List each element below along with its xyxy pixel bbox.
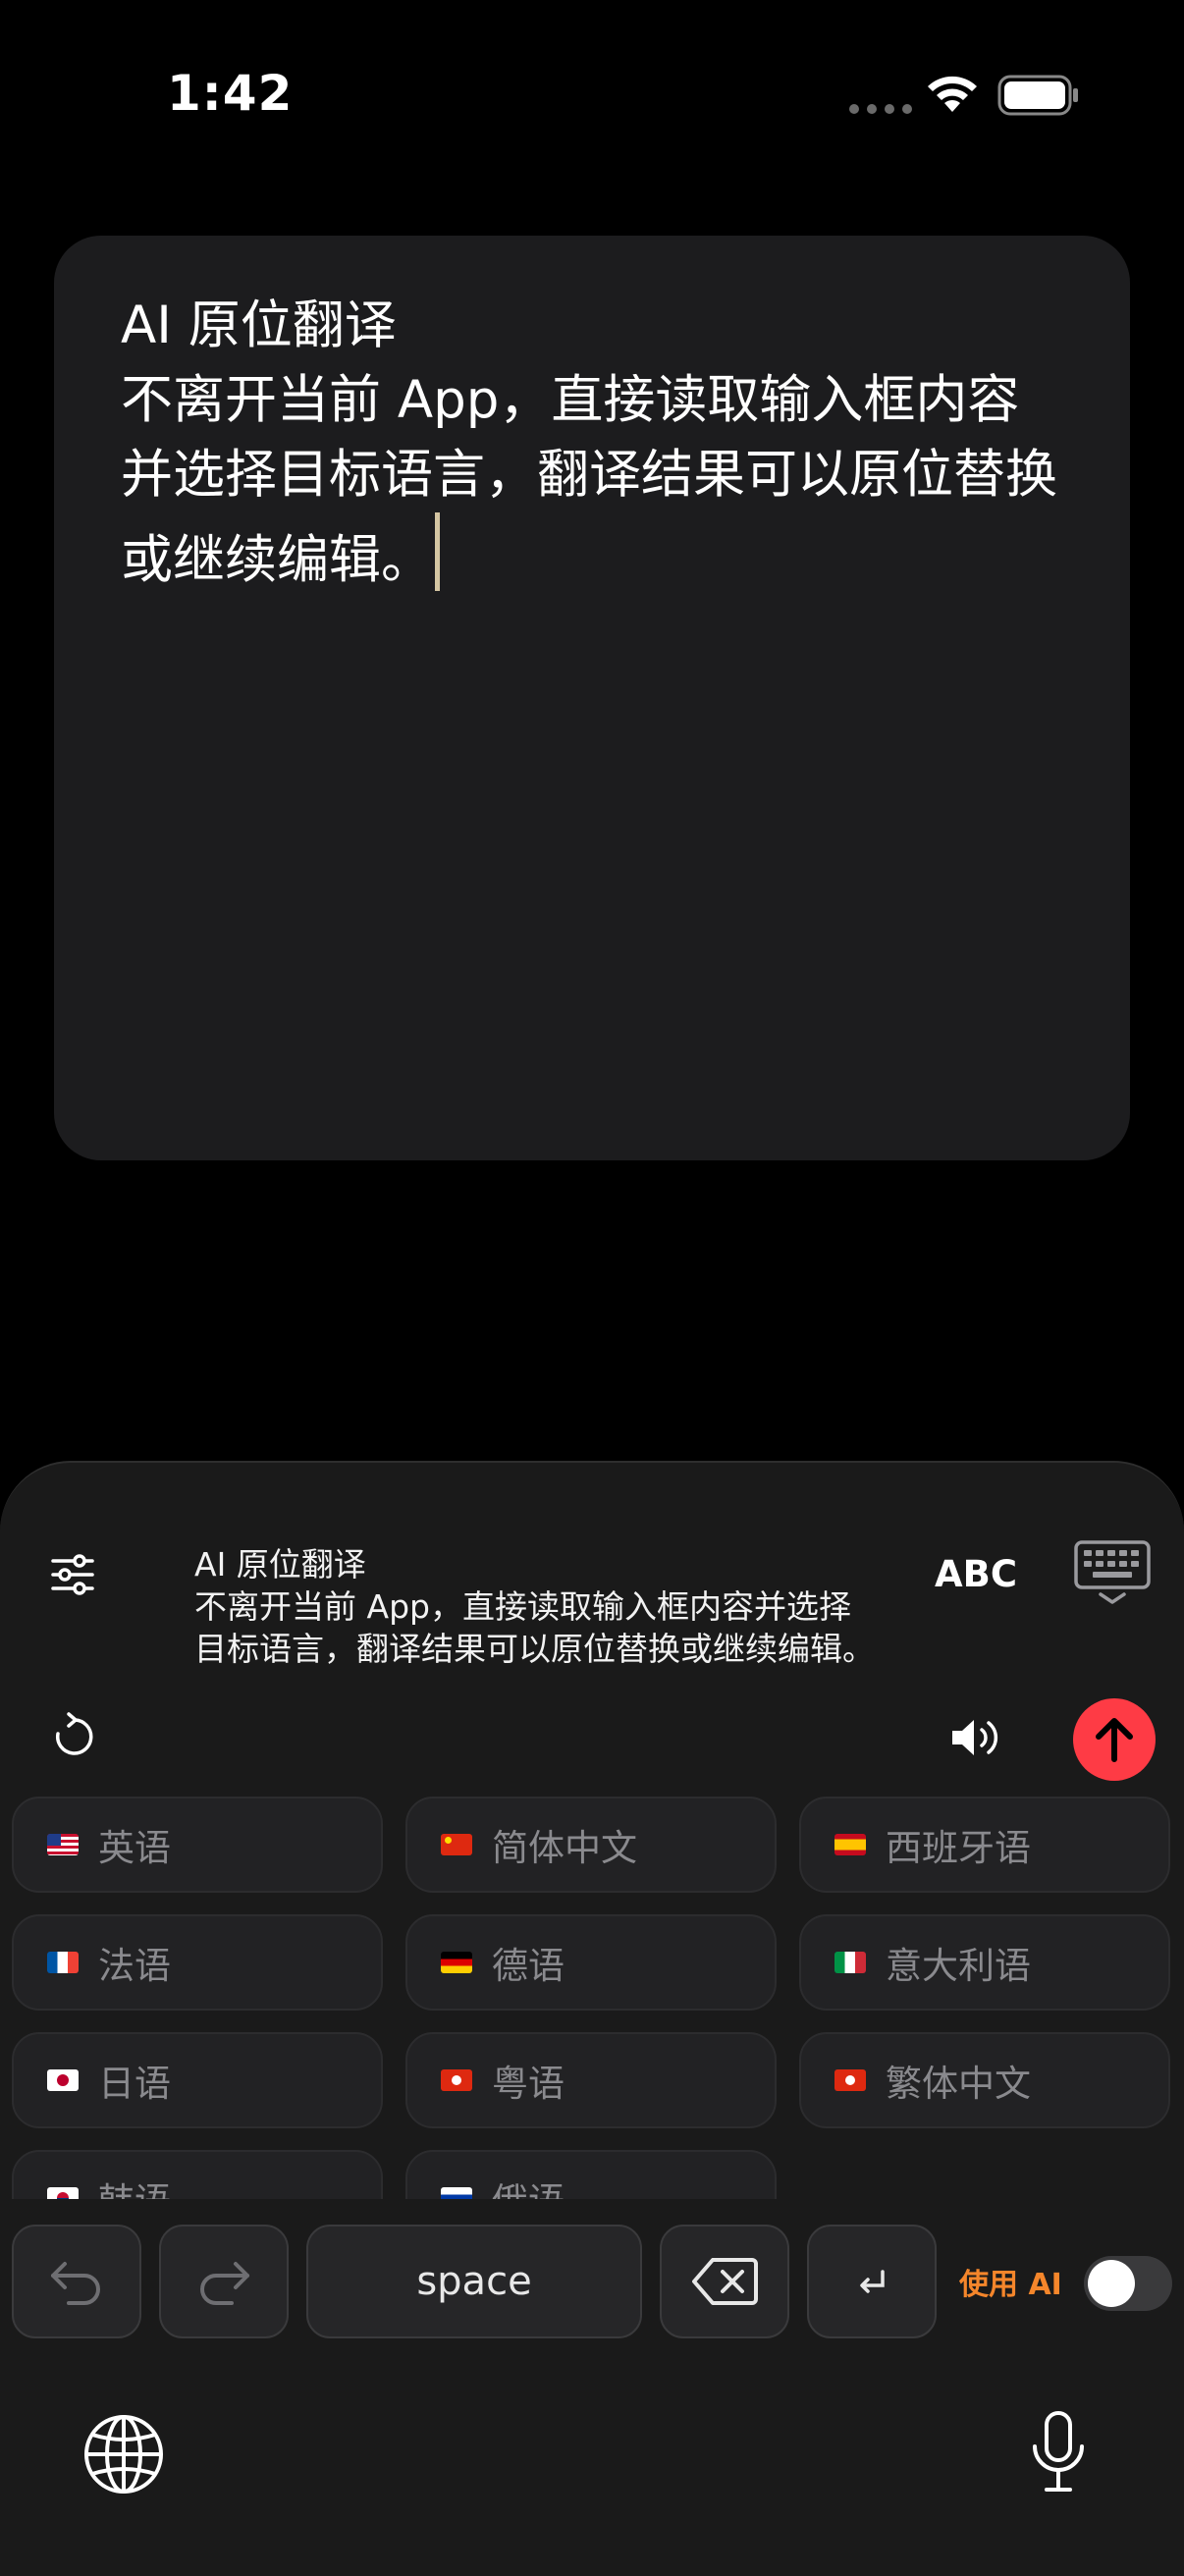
sliders-icon[interactable] [49,1551,96,1598]
use-ai-label: 使用 AI [959,2268,1062,2302]
language-chip-english[interactable]: 英语 [12,1797,383,1893]
send-button[interactable] [1073,1698,1156,1781]
jp-flag-icon [47,2069,79,2091]
cn-flag-icon [441,1834,472,1855]
status-time: 1:42 [167,65,294,122]
language-grid: 英语 简体中文 西班牙语 法语 德语 意大利语 日语 粤语 繁体中文 [0,1797,1184,2199]
fr-flag-icon [47,1952,79,1973]
microphone-icon[interactable] [1017,2409,1100,2497]
refresh-icon[interactable] [51,1712,94,1759]
de-flag-icon [441,1952,472,1973]
delete-key[interactable] [660,2225,789,2338]
text-caret [435,512,440,591]
use-ai-toggle[interactable] [1084,2256,1172,2311]
language-chip-simplified-chinese[interactable]: 简体中文 [405,1797,777,1893]
ru-flag-icon [441,2187,472,2199]
arrow-up-icon [1096,1718,1133,1762]
es-flag-icon [834,1834,866,1855]
abc-keyboard-button[interactable]: ABC [935,1553,1017,1595]
return-icon [860,2270,885,2293]
language-chip-korean[interactable]: 韩语 [12,2150,383,2199]
redo-button[interactable] [159,2225,289,2338]
return-key[interactable] [807,2225,937,2338]
language-chip-japanese[interactable]: 日语 [12,2032,383,2128]
undo-icon [51,2262,100,2305]
translation-preview: AI 原位翻译 不离开当前 App，直接读取输入框内容并选择目标语言，翻译结果可… [194,1545,875,1668]
toggle-knob [1088,2260,1135,2307]
text-editor[interactable]: AI 原位翻译 不离开当前 App，直接读取输入框内容并选择目标语言，翻译结果可… [54,236,1130,1160]
hk-flag-icon [441,2069,472,2091]
it-flag-icon [834,1952,866,1973]
kr-flag-icon [47,2187,79,2199]
editor-text: AI 原位翻译 不离开当前 App，直接读取输入框内容并选择目标语言，翻译结果可… [121,295,1057,590]
language-chip-russian[interactable]: 俄语 [405,2150,777,2199]
language-chip-cantonese[interactable]: 粤语 [405,2032,777,2128]
language-chip-spanish[interactable]: 西班牙语 [799,1797,1170,1893]
globe-icon[interactable] [82,2413,165,2496]
speaker-icon[interactable] [948,1714,1005,1761]
wifi-icon [928,76,977,112]
translation-keyboard: AI 原位翻译 不离开当前 App，直接读取输入框内容并选择目标语言，翻译结果可… [0,1461,1184,2576]
space-key[interactable]: space [306,2225,642,2338]
backspace-icon [692,2258,758,2305]
language-chip-traditional-chinese[interactable]: 繁体中文 [799,2032,1170,2128]
editor-content[interactable]: AI 原位翻译 不离开当前 App，直接读取输入框内容并选择目标语言，翻译结果可… [121,289,1063,598]
keyboard-dismiss-icon[interactable] [1073,1539,1152,1606]
language-chip-german[interactable]: 德语 [405,1914,777,2011]
status-bar: 1:42 [0,0,1184,187]
language-chip-french[interactable]: 法语 [12,1914,383,2011]
battery-icon [997,75,1078,116]
redo-icon [200,2262,249,2305]
hk-flag-icon [834,2069,866,2091]
cellular-signal-icon [849,104,912,114]
us-flag-icon [47,1834,79,1855]
undo-button[interactable] [12,2225,141,2338]
language-chip-italian[interactable]: 意大利语 [799,1914,1170,2011]
